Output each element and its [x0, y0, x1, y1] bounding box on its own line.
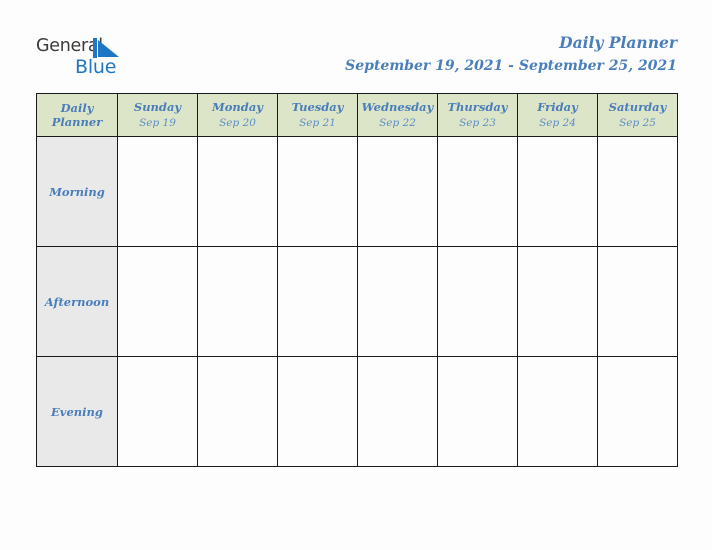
logo-word-blue: Blue — [75, 56, 117, 78]
planner-page: General Blue Daily Planner September 19,… — [0, 0, 712, 550]
page-title: Daily Planner — [559, 33, 677, 52]
day-name-wednesday: Wednesday — [361, 99, 434, 114]
period-label-morning: Morning — [36, 136, 118, 247]
page-header: General Blue Daily Planner September 19,… — [0, 0, 712, 93]
date-range-subtitle: September 19, 2021 - September 25, 2021 — [345, 58, 677, 74]
day-date-monday: Sep 20 — [219, 116, 256, 129]
day-name-saturday: Saturday — [608, 99, 667, 114]
slot-morning-saturday[interactable] — [597, 136, 678, 247]
day-date-sunday: Sep 19 — [139, 116, 176, 129]
day-date-thursday: Sep 23 — [459, 116, 496, 129]
day-name-sunday: Sunday — [133, 99, 182, 114]
slot-evening-tuesday[interactable] — [277, 356, 358, 467]
day-header-saturday: Saturday Sep 25 — [597, 93, 678, 137]
day-date-wednesday: Sep 22 — [379, 116, 416, 129]
day-date-saturday: Sep 25 — [619, 116, 656, 129]
period-label-evening: Evening — [36, 356, 118, 467]
slot-afternoon-wednesday[interactable] — [357, 246, 438, 357]
day-name-friday: Friday — [537, 99, 578, 114]
slot-evening-monday[interactable] — [197, 356, 278, 467]
slot-morning-friday[interactable] — [517, 136, 598, 247]
period-text-afternoon: Afternoon — [44, 294, 110, 309]
slot-morning-thursday[interactable] — [437, 136, 518, 247]
slot-evening-thursday[interactable] — [437, 356, 518, 467]
day-name-tuesday: Tuesday — [291, 99, 344, 114]
slot-afternoon-saturday[interactable] — [597, 246, 678, 357]
day-header-tuesday: Tuesday Sep 21 — [277, 93, 358, 137]
period-text-morning: Morning — [49, 184, 105, 199]
corner-label-line2: Planner — [51, 115, 103, 129]
title-block: Daily Planner September 19, 2021 - Septe… — [345, 33, 677, 75]
slot-evening-friday[interactable] — [517, 356, 598, 467]
blue-triangle-flag-icon — [93, 38, 120, 58]
slot-morning-tuesday[interactable] — [277, 136, 358, 247]
day-name-thursday: Thursday — [447, 99, 508, 114]
day-header-monday: Monday Sep 20 — [197, 93, 278, 137]
day-header-thursday: Thursday Sep 23 — [437, 93, 518, 137]
slot-morning-wednesday[interactable] — [357, 136, 438, 247]
slot-afternoon-sunday[interactable] — [117, 246, 198, 357]
slot-afternoon-tuesday[interactable] — [277, 246, 358, 357]
slot-morning-sunday[interactable] — [117, 136, 198, 247]
period-text-evening: Evening — [51, 404, 103, 419]
weekly-planner-table: Daily Planner Sunday Sep 19 Monday Sep 2… — [36, 93, 678, 467]
slot-afternoon-thursday[interactable] — [437, 246, 518, 357]
day-header-sunday: Sunday Sep 19 — [117, 93, 198, 137]
table-row-morning: Morning — [36, 136, 678, 247]
day-date-friday: Sep 24 — [539, 116, 576, 129]
slot-evening-wednesday[interactable] — [357, 356, 438, 467]
day-header-wednesday: Wednesday Sep 22 — [357, 93, 438, 137]
table-corner-header: Daily Planner — [36, 93, 118, 137]
slot-afternoon-friday[interactable] — [517, 246, 598, 357]
table-row-afternoon: Afternoon — [36, 246, 678, 357]
slot-afternoon-monday[interactable] — [197, 246, 278, 357]
table-row-evening: Evening — [36, 356, 678, 467]
day-header-friday: Friday Sep 24 — [517, 93, 598, 137]
table-header-row: Daily Planner Sunday Sep 19 Monday Sep 2… — [36, 93, 678, 137]
slot-morning-monday[interactable] — [197, 136, 278, 247]
brand-logo: General Blue — [36, 36, 186, 82]
corner-label-line1: Daily — [60, 101, 94, 115]
day-date-tuesday: Sep 21 — [299, 116, 336, 129]
slot-evening-saturday[interactable] — [597, 356, 678, 467]
slot-evening-sunday[interactable] — [117, 356, 198, 467]
day-name-monday: Monday — [212, 99, 263, 114]
period-label-afternoon: Afternoon — [36, 246, 118, 357]
